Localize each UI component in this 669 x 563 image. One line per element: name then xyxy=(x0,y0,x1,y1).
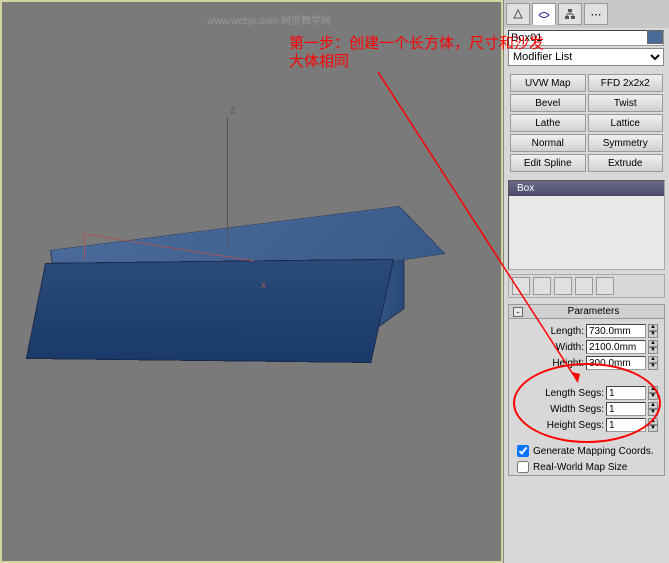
rollout-header[interactable]: - Parameters xyxy=(509,305,664,319)
watermark-text: www.webjx.com 网页教学网 xyxy=(207,12,331,27)
show-result-icon[interactable] xyxy=(533,277,551,295)
hsegs-label: Height Segs: xyxy=(547,420,604,431)
stack-item-box[interactable]: Box xyxy=(509,181,664,196)
tutorial-annotation: 第一步：创建一个长方体，尺寸和沙发 大体相同 xyxy=(289,35,544,71)
gen-mapping-label: Generate Mapping Coords. xyxy=(533,446,654,457)
axis-z-gizmo xyxy=(227,117,228,247)
wsegs-label: Width Segs: xyxy=(550,404,604,415)
editspline-button[interactable]: Edit Spline xyxy=(510,154,586,172)
stack-toolbar xyxy=(508,274,665,298)
height-label: Height: xyxy=(552,358,584,369)
height-spinner[interactable]: ▲▼ xyxy=(648,356,658,370)
normal-button[interactable]: Normal xyxy=(510,134,586,152)
realworld-label: Real-World Map Size xyxy=(533,462,627,473)
hsegs-input[interactable] xyxy=(606,418,646,432)
lsegs-label: Length Segs: xyxy=(545,388,604,399)
parameters-rollout: - Parameters Length: ▲▼ Width: ▲▼ Height… xyxy=(508,304,665,476)
viewport-3d[interactable]: www.webjx.com 网页教学网 xyxy=(0,0,503,563)
remove-modifier-icon[interactable] xyxy=(575,277,593,295)
uvwmap-button[interactable]: UVW Map xyxy=(510,74,586,92)
collapse-icon[interactable]: - xyxy=(513,307,523,317)
configure-sets-icon[interactable] xyxy=(596,277,614,295)
lsegs-spinner[interactable]: ▲▼ xyxy=(648,386,658,400)
gen-mapping-checkbox[interactable] xyxy=(517,445,529,457)
pin-stack-icon[interactable] xyxy=(512,277,530,295)
rollout-title: Parameters xyxy=(527,306,660,317)
length-input[interactable] xyxy=(586,324,646,338)
bevel-button[interactable]: Bevel xyxy=(510,94,586,112)
create-tab-icon[interactable] xyxy=(506,3,530,25)
misc-tab-icon[interactable]: ⋯ xyxy=(584,3,608,25)
symmetry-button[interactable]: Symmetry xyxy=(588,134,664,152)
height-input[interactable] xyxy=(586,356,646,370)
hsegs-spinner[interactable]: ▲▼ xyxy=(648,418,658,432)
length-label: Length: xyxy=(551,326,584,337)
modifier-stack[interactable]: Box xyxy=(508,180,665,270)
realworld-checkbox[interactable] xyxy=(517,461,529,473)
lathe-button[interactable]: Lathe xyxy=(510,114,586,132)
wsegs-input[interactable] xyxy=(606,402,646,416)
wsegs-spinner[interactable]: ▲▼ xyxy=(648,402,658,416)
modify-tab-icon[interactable] xyxy=(532,3,556,25)
width-spinner[interactable]: ▲▼ xyxy=(648,340,658,354)
width-input[interactable] xyxy=(586,340,646,354)
object-color-swatch[interactable] xyxy=(647,30,663,44)
hierarchy-tab-icon[interactable] xyxy=(558,3,582,25)
width-label: Width: xyxy=(556,342,584,353)
panel-tabs: ⋯ xyxy=(504,0,669,28)
twist-button[interactable]: Twist xyxy=(588,94,664,112)
lsegs-input[interactable] xyxy=(606,386,646,400)
length-spinner[interactable]: ▲▼ xyxy=(648,324,658,338)
command-panel: ⋯ Modifier List UVW Map FFD 2x2x2 Bevel … xyxy=(503,0,669,563)
make-unique-icon[interactable] xyxy=(554,277,572,295)
modifier-buttons-grid: UVW Map FFD 2x2x2 Bevel Twist Lathe Latt… xyxy=(504,68,669,176)
extrude-button[interactable]: Extrude xyxy=(588,154,664,172)
lattice-button[interactable]: Lattice xyxy=(588,114,664,132)
ffd-button[interactable]: FFD 2x2x2 xyxy=(588,74,664,92)
